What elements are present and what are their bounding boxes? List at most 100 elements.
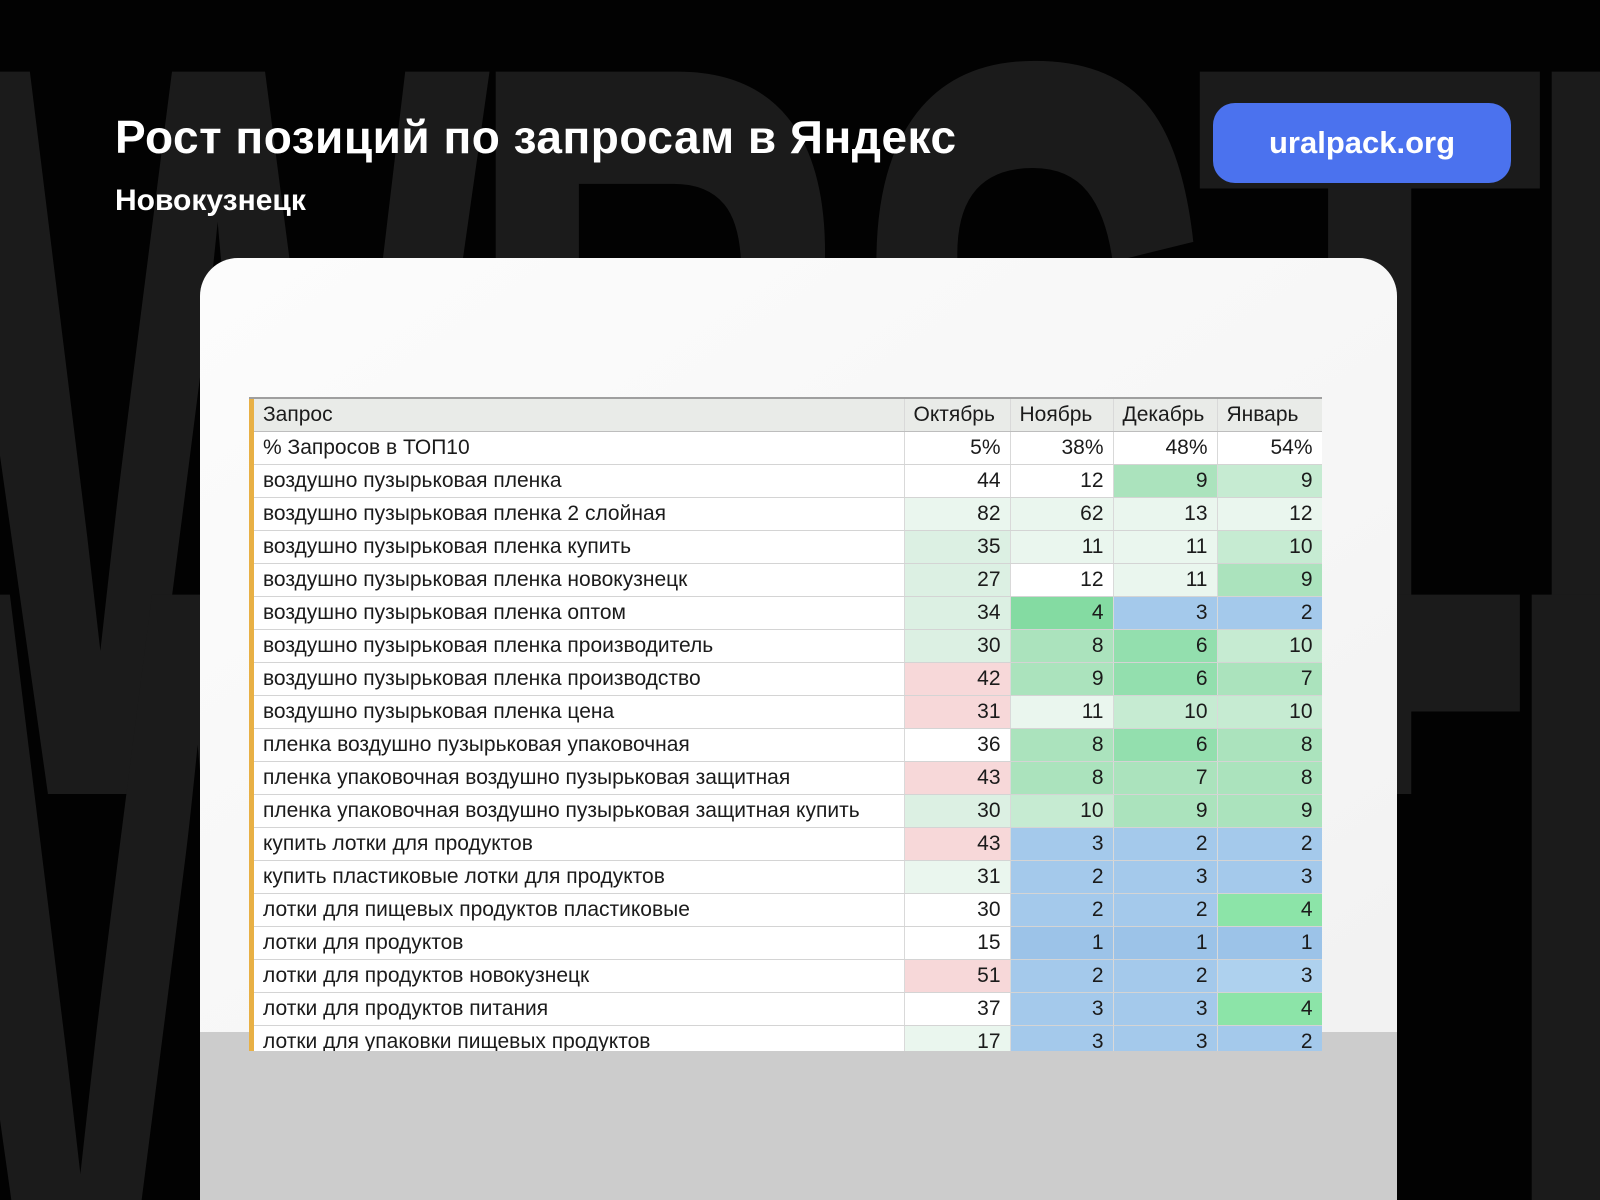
page-title: Рост позиций по запросам в Яндекс [115,110,957,164]
value-cell: 1 [1010,927,1113,960]
table-body: % Запросов в ТОП105%38%48%54%воздушно пу… [254,432,1322,1052]
value-cell: 2 [1217,597,1322,630]
query-cell: воздушно пузырьковая пленка 2 слойная [254,498,904,531]
query-cell: лотки для продуктов новокузнецк [254,960,904,993]
value-cell: 3 [1113,861,1217,894]
value-cell: 1 [1113,927,1217,960]
value-cell: 2 [1010,960,1113,993]
query-cell: купить лотки для продуктов [254,828,904,861]
site-badge[interactable]: uralpack.org [1213,103,1511,183]
query-cell: лотки для продуктов питания [254,993,904,1026]
page-subtitle: Новокузнецк [115,184,306,218]
query-cell: лотки для продуктов [254,927,904,960]
query-cell: пленка воздушно пузырьковая упаковочная [254,729,904,762]
value-cell: 4 [1217,993,1322,1026]
value-cell: 3 [1010,993,1113,1026]
query-cell: воздушно пузырьковая пленка оптом [254,597,904,630]
value-cell: 34 [904,597,1010,630]
value-cell: 35 [904,531,1010,564]
value-cell: 9 [1113,795,1217,828]
slide-background: WBSTR WBSTR Рост позиций по запросам в Я… [0,0,1600,1200]
value-cell: 9 [1113,465,1217,498]
query-cell: воздушно пузырьковая пленка [254,465,904,498]
value-cell: 8 [1217,729,1322,762]
value-cell: 31 [904,861,1010,894]
value-cell: 30 [904,630,1010,663]
query-cell: % Запросов в ТОП10 [254,432,904,465]
value-cell: 5% [904,432,1010,465]
value-cell: 3 [1113,597,1217,630]
value-cell: 11 [1113,564,1217,597]
value-cell: 2 [1113,894,1217,927]
table-row: купить лотки для продуктов43322 [254,828,1322,861]
query-cell: воздушно пузырьковая пленка новокузнецк [254,564,904,597]
value-cell: 42 [904,663,1010,696]
positions-table: ЗапросОктябрьНоябрьДекабрьЯнварь % Запро… [249,397,1322,1051]
value-cell: 43 [904,762,1010,795]
column-header: Декабрь [1113,399,1217,432]
value-cell: 6 [1113,663,1217,696]
value-cell: 17 [904,1026,1010,1052]
query-cell: воздушно пузырьковая пленка производство [254,663,904,696]
query-cell: воздушно пузырьковая пленка купить [254,531,904,564]
header-row: ЗапросОктябрьНоябрьДекабрьЯнварь [254,399,1322,432]
value-cell: 11 [1010,531,1113,564]
value-cell: 9 [1217,564,1322,597]
column-header: Запрос [254,399,904,432]
value-cell: 12 [1217,498,1322,531]
table-header: ЗапросОктябрьНоябрьДекабрьЯнварь [254,399,1322,432]
table-row: пленка упаковочная воздушно пузырьковая … [254,795,1322,828]
value-cell: 8 [1217,762,1322,795]
value-cell: 30 [904,894,1010,927]
value-cell: 3 [1010,1026,1113,1052]
value-cell: 2 [1010,861,1113,894]
value-cell: 43 [904,828,1010,861]
value-cell: 2 [1217,1026,1322,1052]
table-row: воздушно пузырьковая пленка цена31111010 [254,696,1322,729]
value-cell: 1 [1217,927,1322,960]
value-cell: 62 [1010,498,1113,531]
value-cell: 3 [1217,960,1322,993]
query-cell: воздушно пузырьковая пленка производител… [254,630,904,663]
value-cell: 6 [1113,630,1217,663]
query-cell: лотки для упаковки пищевых продуктов [254,1026,904,1052]
value-cell: 10 [1217,531,1322,564]
query-cell: пленка упаковочная воздушно пузырьковая … [254,795,904,828]
value-cell: 8 [1010,762,1113,795]
value-cell: 51 [904,960,1010,993]
table-row: лотки для продуктов питания37334 [254,993,1322,1026]
value-cell: 13 [1113,498,1217,531]
value-cell: 10 [1217,630,1322,663]
value-cell: 82 [904,498,1010,531]
value-cell: 7 [1113,762,1217,795]
value-cell: 36 [904,729,1010,762]
table-row: % Запросов в ТОП105%38%48%54% [254,432,1322,465]
table-row: воздушно пузырьковая пленка производител… [254,630,1322,663]
value-cell: 11 [1113,531,1217,564]
value-cell: 48% [1113,432,1217,465]
value-cell: 9 [1217,795,1322,828]
value-cell: 44 [904,465,1010,498]
value-cell: 30 [904,795,1010,828]
table-row: купить пластиковые лотки для продуктов31… [254,861,1322,894]
table-row: пленка упаковочная воздушно пузырьковая … [254,762,1322,795]
table-row: воздушно пузырьковая пленка оптом34432 [254,597,1322,630]
column-header: Октябрь [904,399,1010,432]
value-cell: 3 [1010,828,1113,861]
query-cell: купить пластиковые лотки для продуктов [254,861,904,894]
positions-grid: ЗапросОктябрьНоябрьДекабрьЯнварь % Запро… [254,399,1322,1051]
value-cell: 10 [1113,696,1217,729]
value-cell: 4 [1010,597,1113,630]
value-cell: 2 [1217,828,1322,861]
value-cell: 38% [1010,432,1113,465]
table-row: воздушно пузырьковая пленка купить351111… [254,531,1322,564]
value-cell: 3 [1113,993,1217,1026]
value-cell: 2 [1113,960,1217,993]
table-row: воздушно пузырьковая пленка441299 [254,465,1322,498]
value-cell: 54% [1217,432,1322,465]
table-row: лотки для упаковки пищевых продуктов1733… [254,1026,1322,1052]
value-cell: 8 [1010,630,1113,663]
value-cell: 12 [1010,564,1113,597]
card-footer-area [200,1032,1397,1200]
table-row: лотки для продуктов новокузнецк51223 [254,960,1322,993]
